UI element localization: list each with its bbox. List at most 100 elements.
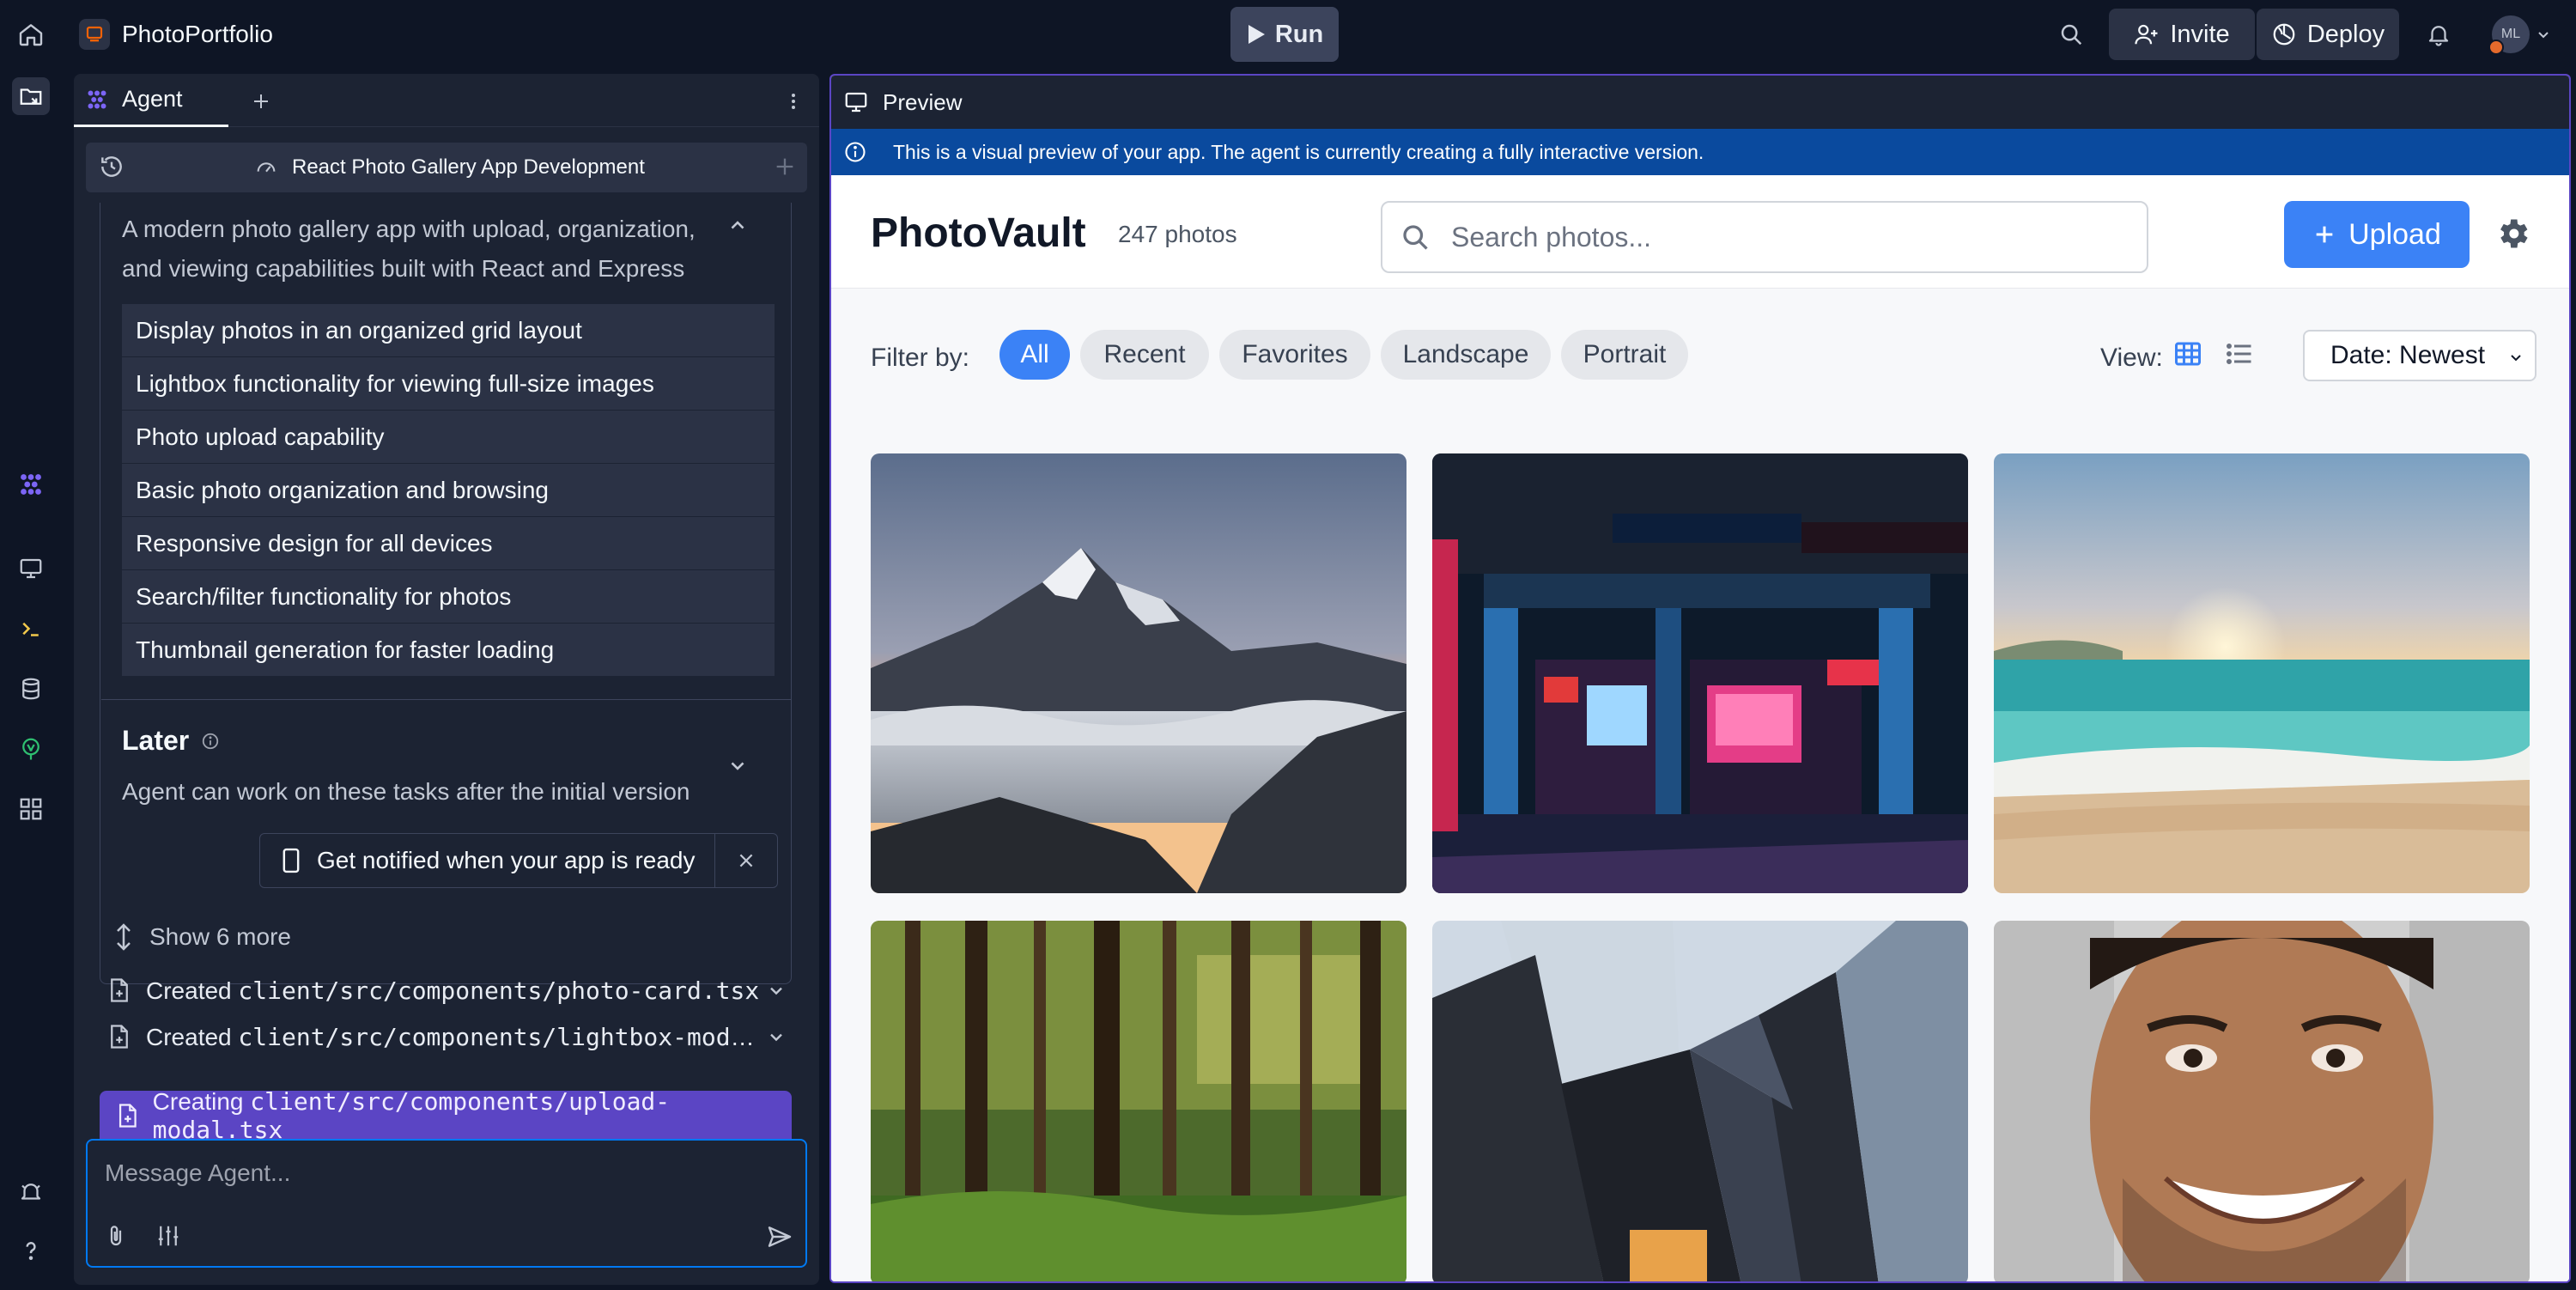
later-description: Agent can work on these tasks after the …: [122, 778, 690, 805]
photo-card-beach[interactable]: [1994, 453, 2530, 893]
agent-panel: Agent React Photo Gallery App Developmen…: [74, 74, 819, 1285]
filter-chip-landscape[interactable]: Landscape: [1381, 330, 1551, 380]
agent-icon: [88, 90, 106, 108]
agent-icon[interactable]: [12, 465, 50, 503]
upload-button[interactable]: Upload: [2284, 201, 2470, 268]
shell-icon[interactable]: [12, 610, 50, 648]
plus-icon: [2316, 226, 2333, 243]
photo-card-neon-street[interactable]: [1432, 453, 1968, 893]
alert-icon[interactable]: [12, 1173, 50, 1211]
info-banner-text: This is a visual preview of your app. Th…: [893, 140, 1704, 163]
history-icon[interactable]: [98, 153, 125, 180]
list-view-icon[interactable]: [2224, 338, 2255, 369]
neon-street-photo-image: [1432, 453, 1968, 893]
files-icon[interactable]: [12, 77, 50, 115]
file-action-row[interactable]: Created client/src/components/lightbox-m…: [108, 1015, 787, 1058]
add-tab-icon[interactable]: [246, 86, 276, 117]
file-icon: [111, 978, 128, 1002]
info-icon: [845, 142, 866, 162]
filter-chip-portrait[interactable]: Portrait: [1561, 330, 1688, 380]
tab-agent[interactable]: Agent: [74, 74, 228, 127]
bell-icon[interactable]: [2421, 17, 2456, 52]
file-action-prefix: Created: [146, 977, 232, 1004]
show-more-button[interactable]: Show 6 more: [112, 922, 291, 952]
avatar-status-badge: [2488, 40, 2504, 55]
chevron-down-icon[interactable]: [761, 980, 787, 1001]
filter-chip-recent[interactable]: Recent: [1080, 330, 1209, 380]
webview-icon[interactable]: [12, 550, 50, 587]
expand-vertical-icon: [117, 923, 131, 951]
help-icon[interactable]: [12, 1232, 50, 1269]
file-icon: [111, 1025, 128, 1049]
invite-button[interactable]: Invite: [2109, 9, 2255, 60]
session-bar: React Photo Gallery App Development: [86, 143, 807, 192]
filter-chip-favorites[interactable]: Favorites: [1219, 330, 1370, 380]
search-icon: [1400, 222, 1431, 253]
play-icon: [1248, 25, 1265, 44]
message-input[interactable]: [105, 1156, 775, 1190]
list-item: Basic photo organization and browsing: [122, 464, 775, 517]
message-box: [86, 1139, 807, 1268]
list-item: Responsive design for all devices: [122, 517, 775, 570]
chevron-down-icon: [2507, 349, 2524, 366]
left-rail: [0, 69, 62, 1290]
agent-tabbar: Agent: [74, 74, 819, 127]
sort-select[interactable]: Date: Newest: [2303, 330, 2537, 381]
chevron-down-icon[interactable]: [726, 754, 749, 776]
database-icon[interactable]: [12, 670, 50, 708]
notify-button[interactable]: Get notified when your app is ready: [260, 834, 715, 887]
session-title-label: React Photo Gallery App Development: [292, 155, 645, 179]
list-item: Lightbox functionality for viewing full-…: [122, 357, 775, 411]
app-header: PhotoVault 247 photos Upload: [831, 175, 2569, 289]
list-item: Photo upload capability: [122, 411, 775, 464]
speedometer-icon: [257, 162, 276, 173]
search-input[interactable]: [1451, 203, 2129, 271]
preview-tabbar: Preview: [831, 76, 2569, 129]
chevron-down-icon[interactable]: [761, 1026, 787, 1047]
file-path: client/src/components/photo-card.tsx: [238, 976, 760, 1005]
new-session-icon[interactable]: [773, 155, 797, 179]
chevron-down-icon[interactable]: [2535, 26, 2552, 43]
later-section-title: Later: [122, 725, 220, 757]
invite-label: Invite: [2170, 20, 2230, 48]
send-icon[interactable]: [766, 1223, 793, 1250]
gallery-main: Filter by: All Recent Favorites Landscap…: [831, 289, 2569, 1281]
photo-card-mountain[interactable]: [871, 453, 1406, 893]
more-menu-icon[interactable]: [778, 86, 809, 117]
photo-card-portrait[interactable]: [1994, 921, 2530, 1281]
grid-view-icon[interactable]: [2172, 338, 2203, 369]
show-more-label: Show 6 more: [149, 923, 291, 950]
photo-card-forest[interactable]: [871, 921, 1406, 1281]
app-brand[interactable]: PhotoVault: [871, 210, 1086, 257]
phone-icon: [283, 848, 300, 873]
later-title: Later: [122, 725, 190, 756]
add-user-icon: [2135, 24, 2158, 45]
chevron-up-icon[interactable]: [726, 215, 749, 237]
notify-label: Get notified when your app is ready: [317, 847, 696, 873]
info-banner: This is a visual preview of your app. Th…: [831, 129, 2569, 175]
run-button[interactable]: Run: [1230, 7, 1339, 62]
paperclip-icon[interactable]: [103, 1223, 129, 1249]
close-icon[interactable]: [715, 834, 777, 887]
mountain-photo-image: [871, 453, 1406, 893]
tab-preview[interactable]: Preview: [831, 76, 962, 129]
filter-chip-all[interactable]: All: [999, 330, 1070, 380]
gear-icon[interactable]: [2494, 215, 2531, 253]
home-icon[interactable]: [14, 17, 48, 52]
session-title[interactable]: React Photo Gallery App Development: [254, 155, 645, 180]
notify-box: Get notified when your app is ready: [259, 833, 778, 888]
app-name[interactable]: PhotoPortfolio: [122, 19, 273, 50]
deployments-icon[interactable]: [12, 730, 50, 768]
creating-prefix: Creating: [152, 1088, 244, 1115]
file-action-row[interactable]: Created client/src/components/photo-card…: [108, 969, 787, 1012]
photo-card-skyscrapers[interactable]: [1432, 921, 1968, 1281]
all-tools-icon[interactable]: [12, 790, 50, 828]
sliders-icon[interactable]: [155, 1223, 182, 1249]
upload-label: Upload: [2348, 217, 2441, 251]
deploy-label: Deploy: [2306, 20, 2385, 48]
deploy-button[interactable]: Deploy: [2257, 9, 2399, 60]
view-label: View:: [2100, 344, 2163, 372]
info-icon[interactable]: [201, 732, 220, 751]
list-item: Thumbnail generation for faster loading: [122, 624, 775, 677]
search-icon[interactable]: [2050, 17, 2092, 52]
